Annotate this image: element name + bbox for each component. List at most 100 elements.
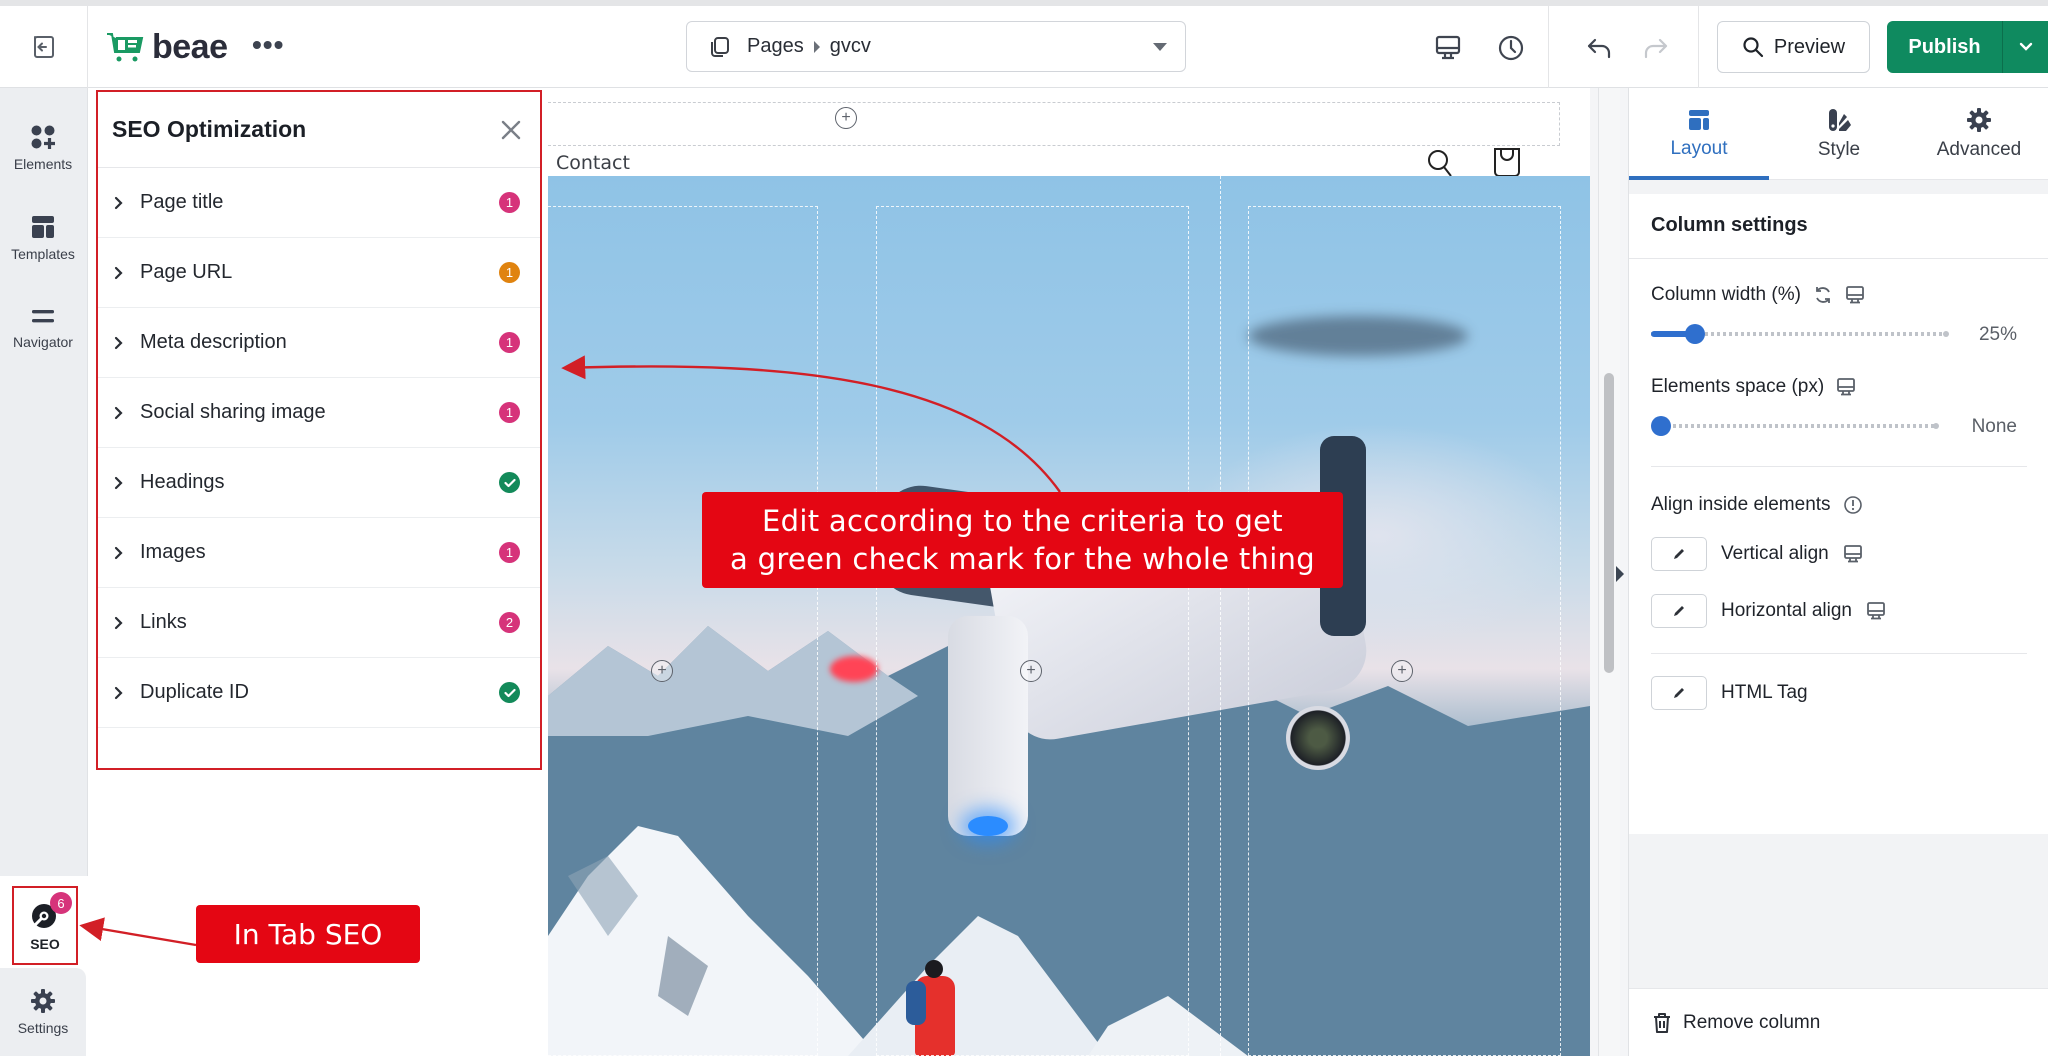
undo-button[interactable] — [1583, 32, 1615, 64]
undo-icon — [1587, 38, 1611, 59]
desktop-icon[interactable] — [1843, 544, 1863, 564]
column-settings-section: Column settings Column width (%) 25% Ele… — [1629, 194, 2048, 834]
scrollbar-thumb[interactable] — [1604, 373, 1614, 673]
beae-logo[interactable]: beae — [106, 28, 228, 67]
search-icon — [1743, 37, 1764, 58]
vertical-align-edit-button[interactable] — [1651, 537, 1707, 571]
remove-column-label: Remove column — [1683, 1011, 1821, 1033]
sidebar-item-label: Templates — [11, 246, 75, 262]
tab-label: Style — [1817, 138, 1861, 160]
breadcrumb-separator-icon — [813, 40, 820, 53]
preview-button[interactable]: Preview — [1717, 21, 1870, 73]
more-options-button[interactable]: ••• — [252, 31, 284, 59]
cart-logo-icon — [107, 32, 144, 61]
remove-column-button[interactable]: Remove column — [1629, 988, 2048, 1056]
elements-space-label: Elements space (px) — [1651, 376, 1825, 397]
tab-advanced[interactable]: Advanced — [1909, 88, 2048, 179]
divider — [1651, 653, 2027, 654]
horizontal-align-edit-button[interactable] — [1651, 594, 1707, 628]
callout-line: a green check mark for the whole thing — [730, 542, 1315, 576]
page-selector-dropdown[interactable]: Pages gvcv — [686, 21, 1186, 72]
redo-icon — [1644, 38, 1668, 59]
add-element-icon[interactable]: + — [1391, 660, 1413, 682]
column-width-label: Column width (%) — [1651, 284, 1801, 305]
horizontal-align-row: Horizontal align — [1721, 600, 1886, 622]
callout-line: Edit according to the criteria to get — [762, 504, 1283, 538]
check-circle-icon — [499, 682, 520, 703]
breadcrumb-section: Pages — [747, 35, 804, 57]
elements-space-value: None — [1971, 416, 2017, 437]
navigator-icon — [32, 310, 54, 323]
html-tag-row: HTML Tag — [1721, 682, 1808, 704]
seo-check-item[interactable]: Page title 1 — [98, 168, 540, 238]
collapse-panel-arrow-icon[interactable] — [1616, 566, 1624, 582]
tab-layout[interactable]: Layout — [1629, 88, 1769, 180]
tab-label: Advanced — [1936, 138, 2022, 160]
column-width-slider[interactable] — [1651, 324, 1949, 344]
issue-count-badge: 1 — [499, 402, 520, 423]
slider-handle[interactable] — [1685, 324, 1706, 344]
clock-icon — [1498, 35, 1524, 61]
redo-button[interactable] — [1640, 32, 1672, 64]
align-section-title: Align inside elements — [1651, 494, 1831, 515]
tab-style[interactable]: Style — [1769, 88, 1909, 179]
slider-handle[interactable] — [1651, 416, 1671, 436]
info-icon[interactable] — [1843, 495, 1863, 515]
sidebar-item-settings[interactable]: Settings — [0, 968, 86, 1056]
close-icon[interactable] — [500, 119, 522, 141]
add-element-icon[interactable]: + — [1020, 660, 1042, 682]
elements-space-slider[interactable] — [1651, 416, 1939, 436]
seo-check-item[interactable]: Page URL 1 — [98, 238, 540, 308]
exit-button[interactable] — [0, 6, 88, 88]
chevron-right-icon — [114, 546, 136, 560]
publish-button[interactable]: Publish — [1887, 36, 2002, 59]
device-preview-button[interactable] — [1432, 32, 1464, 64]
seo-check-item[interactable]: Links 2 — [98, 588, 540, 658]
column-guide — [1220, 176, 1221, 1056]
top-toolbar: beae ••• Pages gvcv Preview Publish — [0, 0, 2048, 88]
seo-check-item[interactable]: Headings — [98, 448, 540, 518]
properties-panel: Layout Style Advanced Column settings Co… — [1628, 88, 2048, 1056]
nav-link-contact[interactable]: Contact — [556, 152, 630, 174]
sidebar-item-seo[interactable]: 6 SEO — [12, 886, 78, 965]
sidebar-item-elements[interactable]: Elements — [0, 124, 86, 172]
desktop-icon[interactable] — [1845, 285, 1865, 305]
drone-red-light — [830, 656, 878, 682]
sidebar-item-label: Navigator — [13, 334, 73, 350]
hero-image[interactable]: + + + — [548, 176, 1590, 1056]
issue-count-badge: 2 — [499, 612, 520, 633]
chevron-right-icon — [114, 406, 136, 420]
seo-check-item[interactable]: Duplicate ID — [98, 658, 540, 728]
desktop-icon — [1435, 35, 1461, 60]
pencil-icon — [1674, 688, 1684, 698]
sidebar-item-navigator[interactable]: Navigator — [0, 306, 86, 350]
horizontal-align-label: Horizontal align — [1721, 600, 1852, 621]
seo-check-item[interactable]: Images 1 — [98, 518, 540, 588]
seo-check-item[interactable]: Social sharing image 1 — [98, 378, 540, 448]
history-button[interactable] — [1495, 32, 1527, 64]
sidebar-item-templates[interactable]: Templates — [0, 214, 86, 262]
chevron-right-icon — [114, 476, 136, 490]
seo-check-label: Page title — [140, 191, 224, 213]
reset-icon[interactable] — [1813, 285, 1833, 305]
chevron-down-icon — [2019, 42, 2032, 51]
slider-track — [1661, 424, 1937, 428]
column-guide — [548, 206, 818, 1056]
sidebar-item-label: Settings — [17, 1020, 69, 1036]
slider-end — [1933, 423, 1939, 429]
issue-count-badge: 1 — [499, 332, 520, 353]
chevron-down-icon — [1153, 43, 1167, 51]
add-element-icon[interactable]: + — [835, 107, 857, 129]
elements-icon — [31, 125, 55, 149]
desktop-icon[interactable] — [1866, 601, 1886, 621]
templates-icon — [32, 216, 54, 238]
publish-options-button[interactable] — [2003, 42, 2048, 52]
seo-check-item[interactable]: Meta description 1 — [98, 308, 540, 378]
column-width-value: 25% — [1978, 324, 2017, 345]
seo-check-label: Duplicate ID — [140, 681, 249, 703]
cart-icon[interactable] — [1492, 146, 1522, 178]
desktop-icon[interactable] — [1836, 377, 1856, 397]
add-element-icon[interactable]: + — [651, 660, 673, 682]
html-tag-edit-button[interactable] — [1651, 676, 1707, 710]
column-guide — [1248, 206, 1561, 1056]
